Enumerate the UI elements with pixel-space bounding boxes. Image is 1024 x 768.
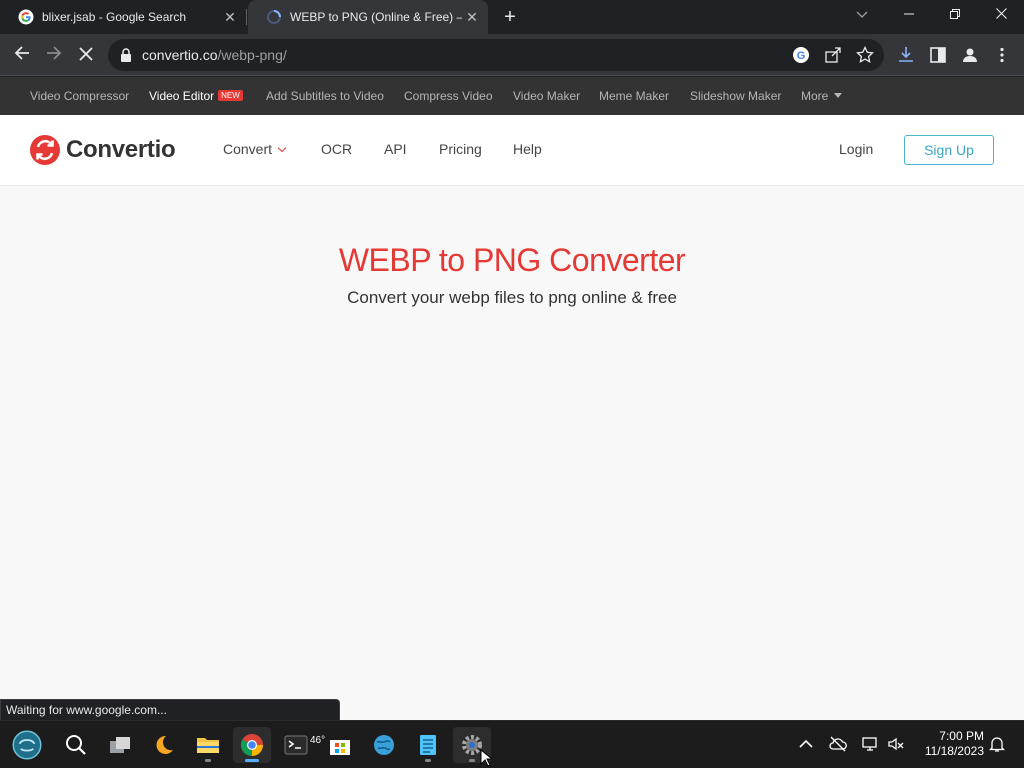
taskbar-task-view-button[interactable]: [101, 727, 139, 763]
volume-muted-icon[interactable]: [887, 735, 905, 753]
globe-app-icon: [374, 735, 394, 755]
task-view-icon: [110, 737, 130, 753]
nav-convert-label: Convert: [223, 141, 273, 157]
topbar-link-video-compressor[interactable]: Video Compressor: [30, 89, 129, 103]
lock-icon[interactable]: [120, 48, 132, 62]
new-badge: NEW: [218, 90, 243, 101]
taskbar-search-button[interactable]: [57, 727, 95, 763]
login-link[interactable]: Login: [839, 141, 873, 157]
url-path: /webp-png/: [217, 47, 287, 63]
taskbar-notepad[interactable]: [409, 727, 447, 763]
taskbar-file-explorer[interactable]: [189, 727, 227, 763]
terminal-icon: [284, 735, 308, 755]
svg-text:G: G: [797, 50, 806, 62]
kebab-menu-icon[interactable]: [993, 46, 1011, 64]
product-links-bar: Video Compressor Video Editor NEW Add Sub…: [0, 77, 1024, 115]
google-lens-icon[interactable]: G: [792, 46, 810, 64]
active-indicator: [245, 759, 259, 762]
running-indicator: [425, 759, 431, 762]
download-icon[interactable]: [897, 46, 915, 64]
tab-separator: [246, 9, 247, 25]
browser-status-bubble: Waiting for www.google.com...: [0, 699, 340, 721]
page-title: WEBP to PNG Converter: [338, 242, 686, 278]
topbar-link-video-maker[interactable]: Video Maker: [513, 89, 580, 103]
convertio-logo[interactable]: Convertio: [30, 135, 176, 165]
topbar-more-dropdown[interactable]: More: [801, 89, 843, 103]
close-icon: [79, 47, 93, 61]
close-window-button[interactable]: [978, 0, 1024, 30]
start-button[interactable]: [8, 727, 46, 763]
topbar-link-meme-maker[interactable]: Meme Maker: [599, 89, 669, 103]
close-tab-icon[interactable]: ✕: [462, 9, 482, 26]
tab-google-search[interactable]: blixer.jsab - Google Search ✕: [0, 0, 246, 34]
bookmark-star-icon[interactable]: [856, 46, 874, 64]
caret-down-icon: [834, 93, 843, 98]
browser-toolbar: convertio.co/webp-png/ G: [0, 34, 1024, 76]
mouse-cursor-icon: [480, 749, 492, 767]
tray-overflow-chevron-icon[interactable]: [797, 735, 815, 753]
tab-webp-to-png[interactable]: WEBP to PNG (Online & Free) — ✕: [248, 0, 488, 34]
chrome-icon: [241, 734, 263, 756]
close-tab-icon[interactable]: ✕: [220, 9, 240, 26]
taskbar-chrome[interactable]: [233, 727, 271, 763]
taskbar-weather-widget[interactable]: 46°: [145, 727, 325, 763]
start-orb-icon: [12, 730, 42, 760]
topbar-link-add-subtitles[interactable]: Add Subtitles to Video: [266, 89, 384, 103]
logo-text: Convertio: [66, 136, 176, 163]
sign-up-button[interactable]: Sign Up: [904, 135, 994, 165]
forward-button[interactable]: [42, 43, 66, 67]
nav-pricing[interactable]: Pricing: [439, 141, 482, 157]
new-tab-button[interactable]: +: [498, 5, 522, 29]
forward-arrow-icon: [47, 46, 62, 60]
search-icon: [66, 735, 86, 755]
page-subtitle: Convert your webp files to png online & …: [347, 288, 677, 307]
nav-convert-dropdown[interactable]: Convert: [223, 141, 287, 157]
taskbar-settings[interactable]: [453, 727, 492, 767]
running-indicator: [469, 759, 475, 762]
url-text[interactable]: convertio.co/webp-png/: [142, 47, 287, 63]
site-header: Convertio Convert OCR API Pricing Help L…: [0, 115, 1024, 186]
nav-ocr[interactable]: OCR: [321, 141, 352, 157]
tab-search-chevron-icon[interactable]: [852, 6, 872, 26]
nav-help[interactable]: Help: [513, 141, 542, 157]
back-arrow-icon: [14, 46, 29, 60]
topbar-link-compress-video[interactable]: Compress Video: [404, 89, 493, 103]
onedrive-offline-icon[interactable]: [829, 735, 847, 753]
folder-icon: [197, 738, 219, 753]
taskbar-terminal[interactable]: [277, 727, 315, 763]
topbar-link-label: Video Editor: [149, 89, 215, 103]
network-icon[interactable]: [861, 735, 879, 753]
store-icon: [330, 740, 350, 755]
weather-moon-icon: [156, 735, 173, 754]
google-icon: [18, 9, 34, 25]
browser-tab-strip: blixer.jsab - Google Search ✕ WEBP to PN…: [0, 0, 1024, 34]
loading-spinner-icon: [267, 10, 281, 24]
restore-button[interactable]: [932, 0, 978, 30]
taskbar-microsoft-store[interactable]: [321, 727, 359, 763]
address-bar[interactable]: convertio.co/webp-png/ G: [108, 39, 884, 71]
topbar-more-label: More: [801, 89, 829, 103]
share-icon[interactable]: [824, 46, 842, 64]
topbar-link-slideshow-maker[interactable]: Slideshow Maker: [690, 89, 781, 103]
minimize-button[interactable]: [886, 0, 932, 30]
notification-bell-icon[interactable]: [988, 735, 1006, 753]
nav-api[interactable]: API: [384, 141, 407, 157]
taskbar-app-globe[interactable]: [365, 727, 403, 763]
back-button[interactable]: [10, 43, 34, 67]
clock-time: 7:00 PM: [939, 729, 984, 743]
stop-loading-button[interactable]: [74, 43, 98, 67]
chevron-down-icon: [277, 143, 287, 153]
clock-date: 11/18/2023: [924, 744, 984, 758]
tab-title: blixer.jsab - Google Search: [42, 10, 187, 24]
profile-icon[interactable]: [961, 46, 979, 64]
main-content: WEBP to PNG Converter Convert your webp …: [0, 186, 1024, 720]
tab-title: WEBP to PNG (Online & Free) —: [290, 10, 462, 24]
side-panel-icon[interactable]: [929, 46, 947, 64]
convertio-logo-icon: [30, 135, 60, 165]
running-indicator: [205, 759, 211, 762]
notepad-icon: [420, 735, 436, 755]
url-host: convertio.co: [142, 47, 218, 63]
taskbar-clock[interactable]: 7:00 PM 11/18/2023: [916, 729, 984, 759]
topbar-link-video-editor[interactable]: Video Editor NEW: [149, 89, 243, 103]
